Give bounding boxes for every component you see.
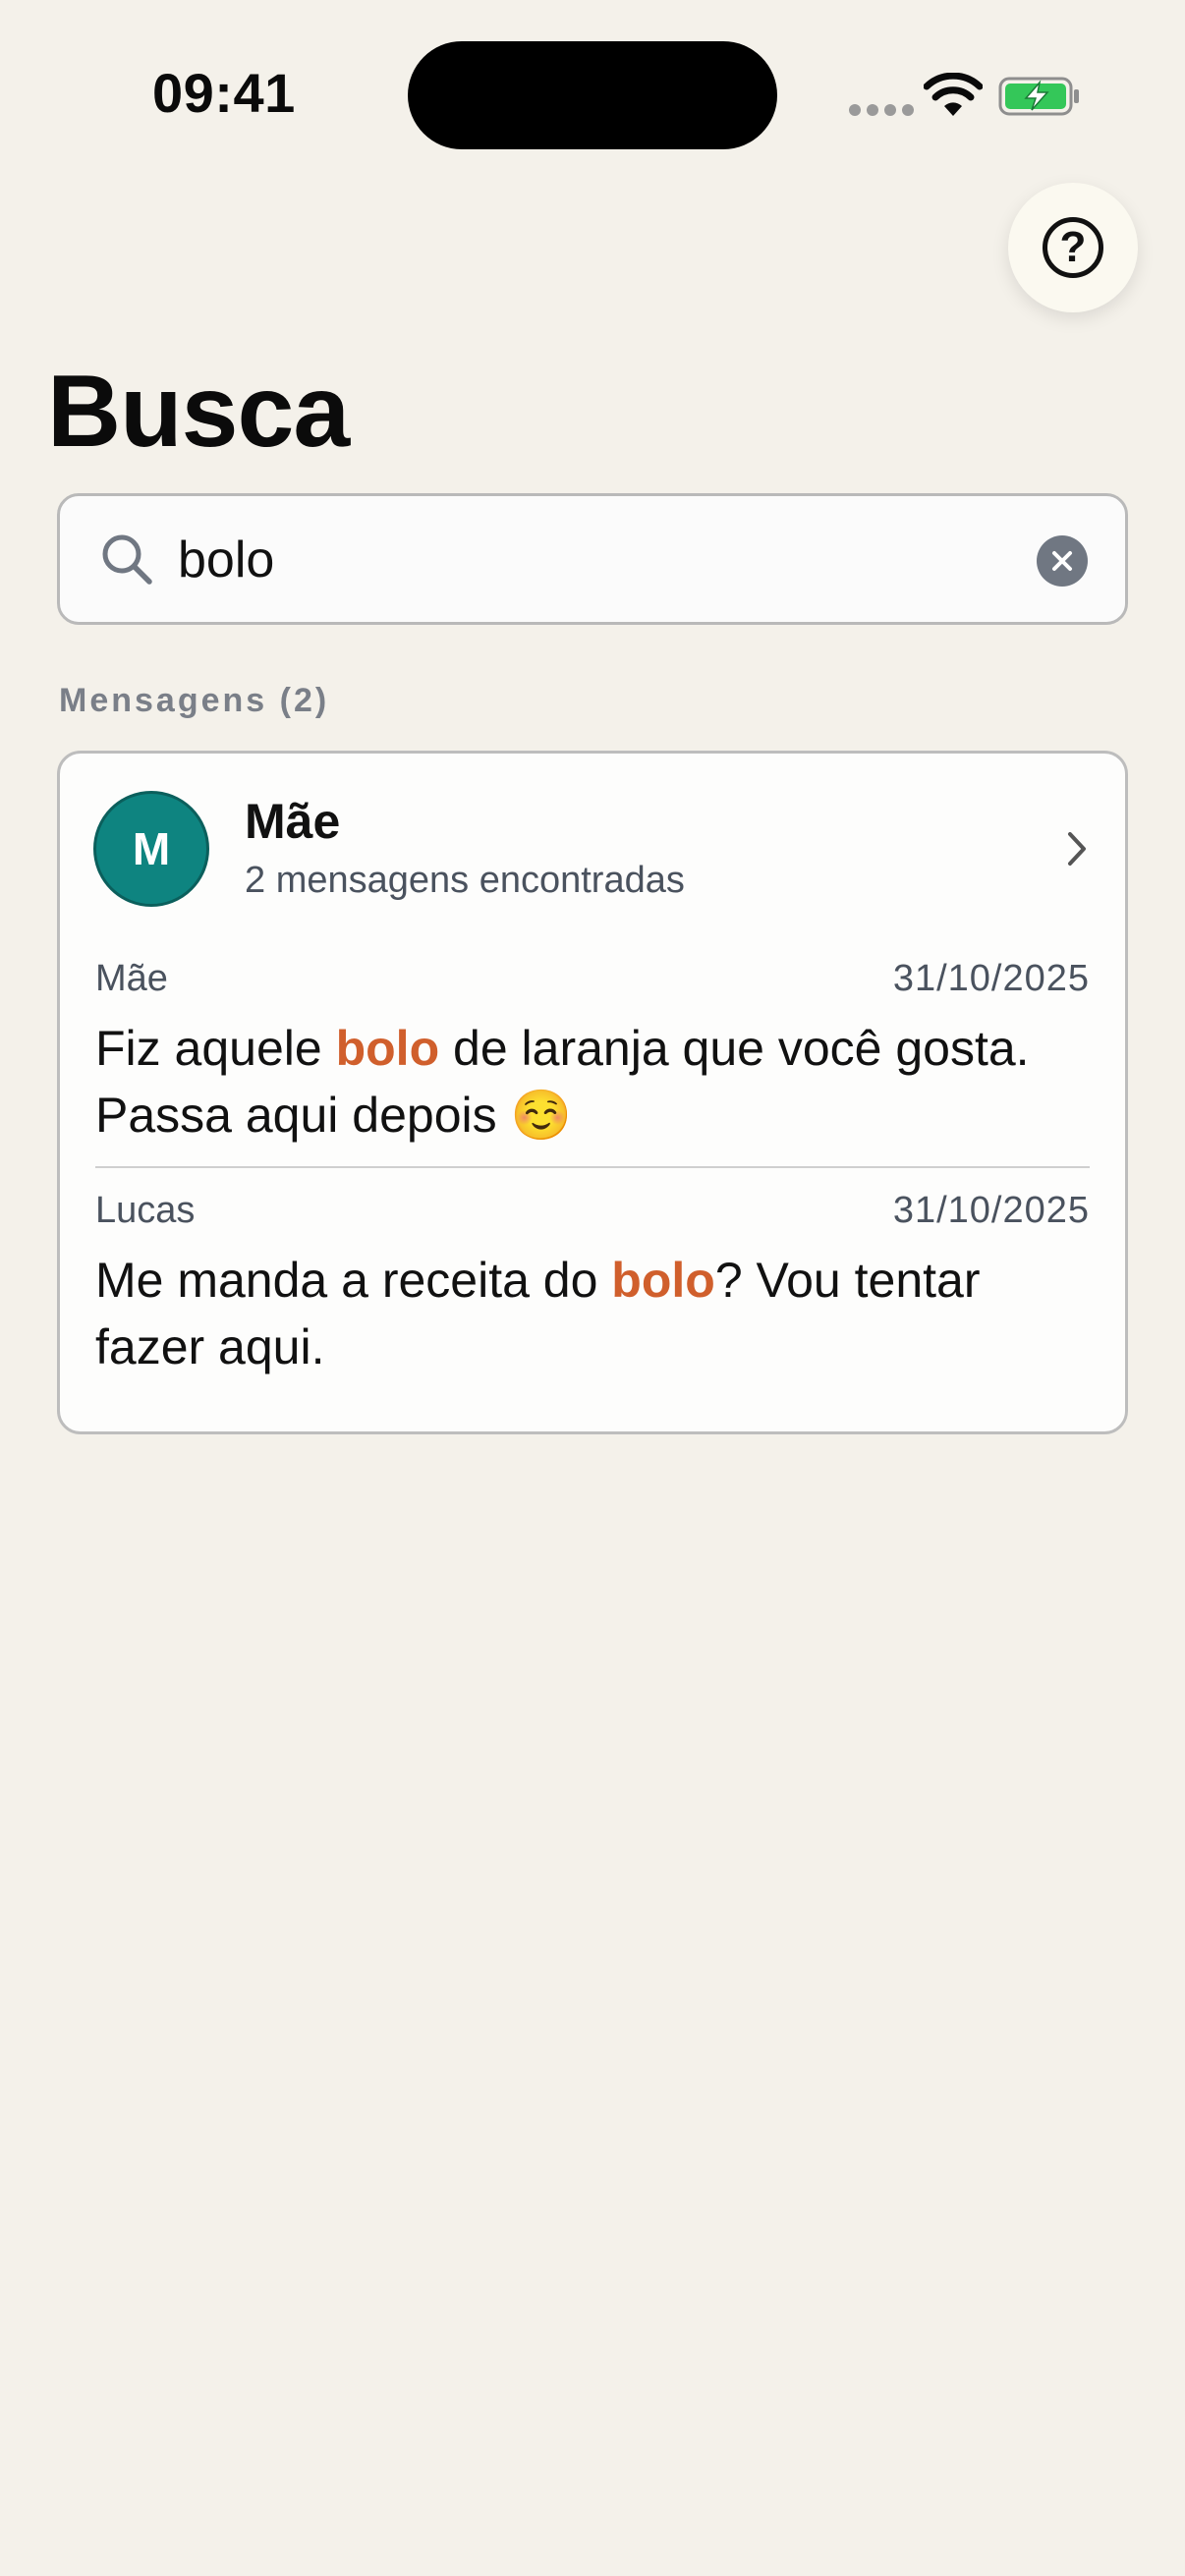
page-title: Busca	[47, 355, 350, 469]
section-header-messages: Mensagens (2)	[59, 682, 330, 719]
message-sender: Lucas	[95, 1190, 196, 1231]
message-text-before: Me manda a receita do	[95, 1253, 612, 1308]
battery-icon	[998, 77, 1079, 116]
search-bar[interactable]	[57, 493, 1128, 625]
message-date: 31/10/2025	[892, 958, 1090, 999]
message-text-before: Fiz aquele	[95, 1021, 336, 1076]
wifi-icon	[924, 73, 983, 116]
message-text: Fiz aquele bolo de laranja que você gost…	[95, 1015, 1090, 1148]
search-result-card[interactable]: M Mãe 2 mensagens encontradas Mãe 31/10/…	[57, 751, 1128, 1434]
close-icon	[1052, 551, 1072, 571]
status-time: 09:41	[152, 62, 296, 124]
message-sender: Mãe	[95, 958, 168, 999]
clear-search-button[interactable]	[1037, 535, 1088, 587]
search-highlight: bolo	[335, 1021, 440, 1076]
message-date: 31/10/2025	[892, 1190, 1090, 1231]
smiling-emoji-icon: ☺️	[510, 1088, 572, 1143]
message-result[interactable]: Lucas 31/10/2025 Me manda a receita do b…	[95, 1190, 1090, 1386]
match-count: 2 mensagens encontradas	[245, 860, 685, 901]
message-text: Me manda a receita do bolo? Vou tentar f…	[95, 1247, 1090, 1380]
search-highlight: bolo	[611, 1253, 715, 1308]
divider	[95, 1166, 1090, 1168]
cellular-signal-icon	[849, 104, 914, 116]
avatar: M	[93, 791, 209, 907]
message-result[interactable]: Mãe 31/10/2025 Fiz aquele bolo de laranj…	[95, 958, 1090, 1154]
search-input[interactable]	[178, 516, 1043, 604]
chevron-right-icon[interactable]	[1062, 828, 1092, 869]
help-icon: ?	[1043, 217, 1103, 278]
contact-name: Mãe	[245, 794, 341, 849]
help-button[interactable]: ?	[1008, 183, 1138, 312]
dynamic-island	[408, 41, 777, 149]
search-icon	[102, 534, 152, 585]
